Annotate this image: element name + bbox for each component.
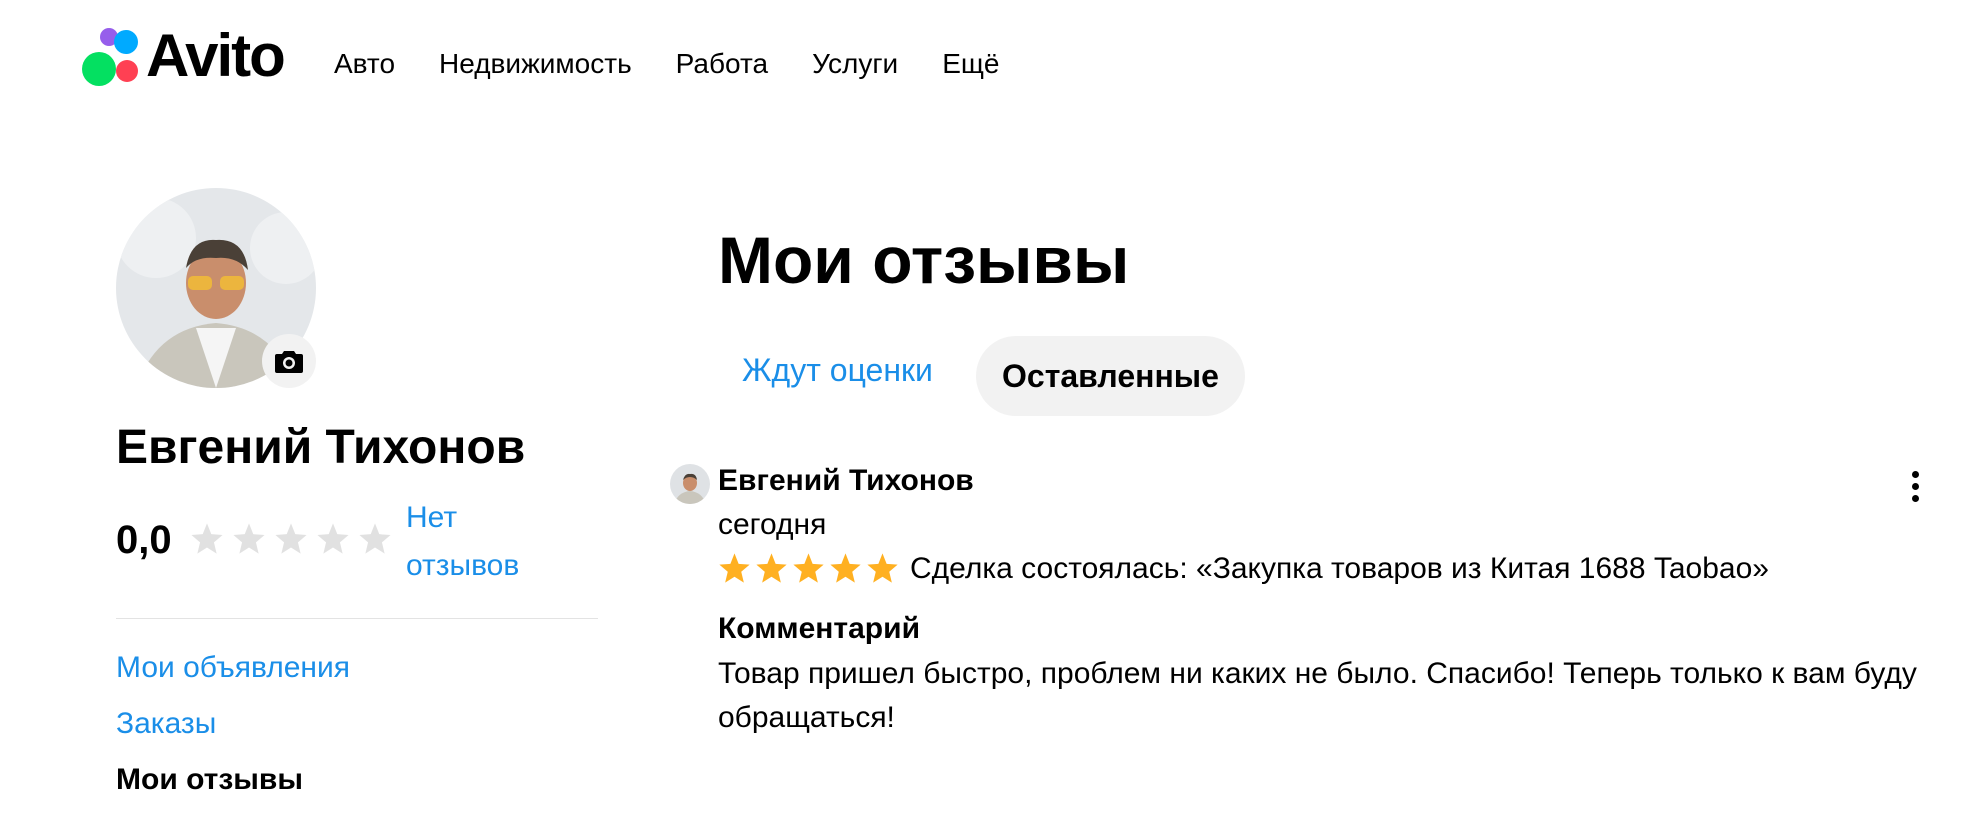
tab-pending[interactable]: Ждут оценки <box>742 352 933 389</box>
deal-description: Сделка состоялась: «Закупка товаров из К… <box>910 552 1769 585</box>
rating-value: 0,0 <box>116 518 172 562</box>
nav-item-more[interactable]: Ещё <box>942 44 999 84</box>
comment-heading: Комментарий <box>718 612 921 645</box>
star-icon <box>829 552 862 590</box>
review-date: сегодня <box>718 508 827 541</box>
star-icon <box>755 552 788 590</box>
reviewer-avatar <box>670 464 710 504</box>
star-icon <box>358 522 392 561</box>
menu-my-listings[interactable]: Мои объявления <box>116 648 350 688</box>
nav-item-realty[interactable]: Недвижимость <box>439 44 632 84</box>
change-photo-button[interactable] <box>262 334 316 388</box>
divider <box>116 618 598 619</box>
logo-dots-icon <box>80 24 144 88</box>
profile-name: Евгений Тихонов <box>116 421 526 474</box>
reviewer-name[interactable]: Евгений Тихонов <box>718 461 974 501</box>
star-icon <box>274 522 308 561</box>
star-icon <box>792 552 825 590</box>
menu-orders[interactable]: Заказы <box>116 704 216 744</box>
no-reviews-link[interactable]: Нет отзывов <box>406 494 566 590</box>
nav-item-jobs[interactable]: Работа <box>676 44 768 84</box>
review-stars <box>718 552 899 590</box>
star-icon <box>718 552 751 590</box>
star-icon <box>232 522 266 561</box>
page-title: Мои отзывы <box>718 223 1130 297</box>
rating-stars <box>190 522 392 561</box>
nav-item-services[interactable]: Услуги <box>812 44 898 84</box>
more-vertical-icon <box>1911 470 1919 502</box>
star-icon <box>316 522 350 561</box>
nav-item-auto[interactable]: Авто <box>334 44 395 84</box>
menu-my-reviews[interactable]: Мои отзывы <box>116 760 303 800</box>
star-icon <box>866 552 899 590</box>
comment-text: Товар пришел быстро, проблем ни каких не… <box>718 657 1917 734</box>
logo-text: Avito <box>146 22 286 89</box>
review-more-button[interactable] <box>1900 466 1930 506</box>
main-nav: Авто Недвижимость Работа Услуги Ещё <box>334 44 999 84</box>
tab-left[interactable]: Оставленные <box>976 336 1245 416</box>
avito-logo[interactable]: Avito <box>80 22 286 89</box>
star-icon <box>190 522 224 561</box>
camera-icon <box>275 351 303 373</box>
